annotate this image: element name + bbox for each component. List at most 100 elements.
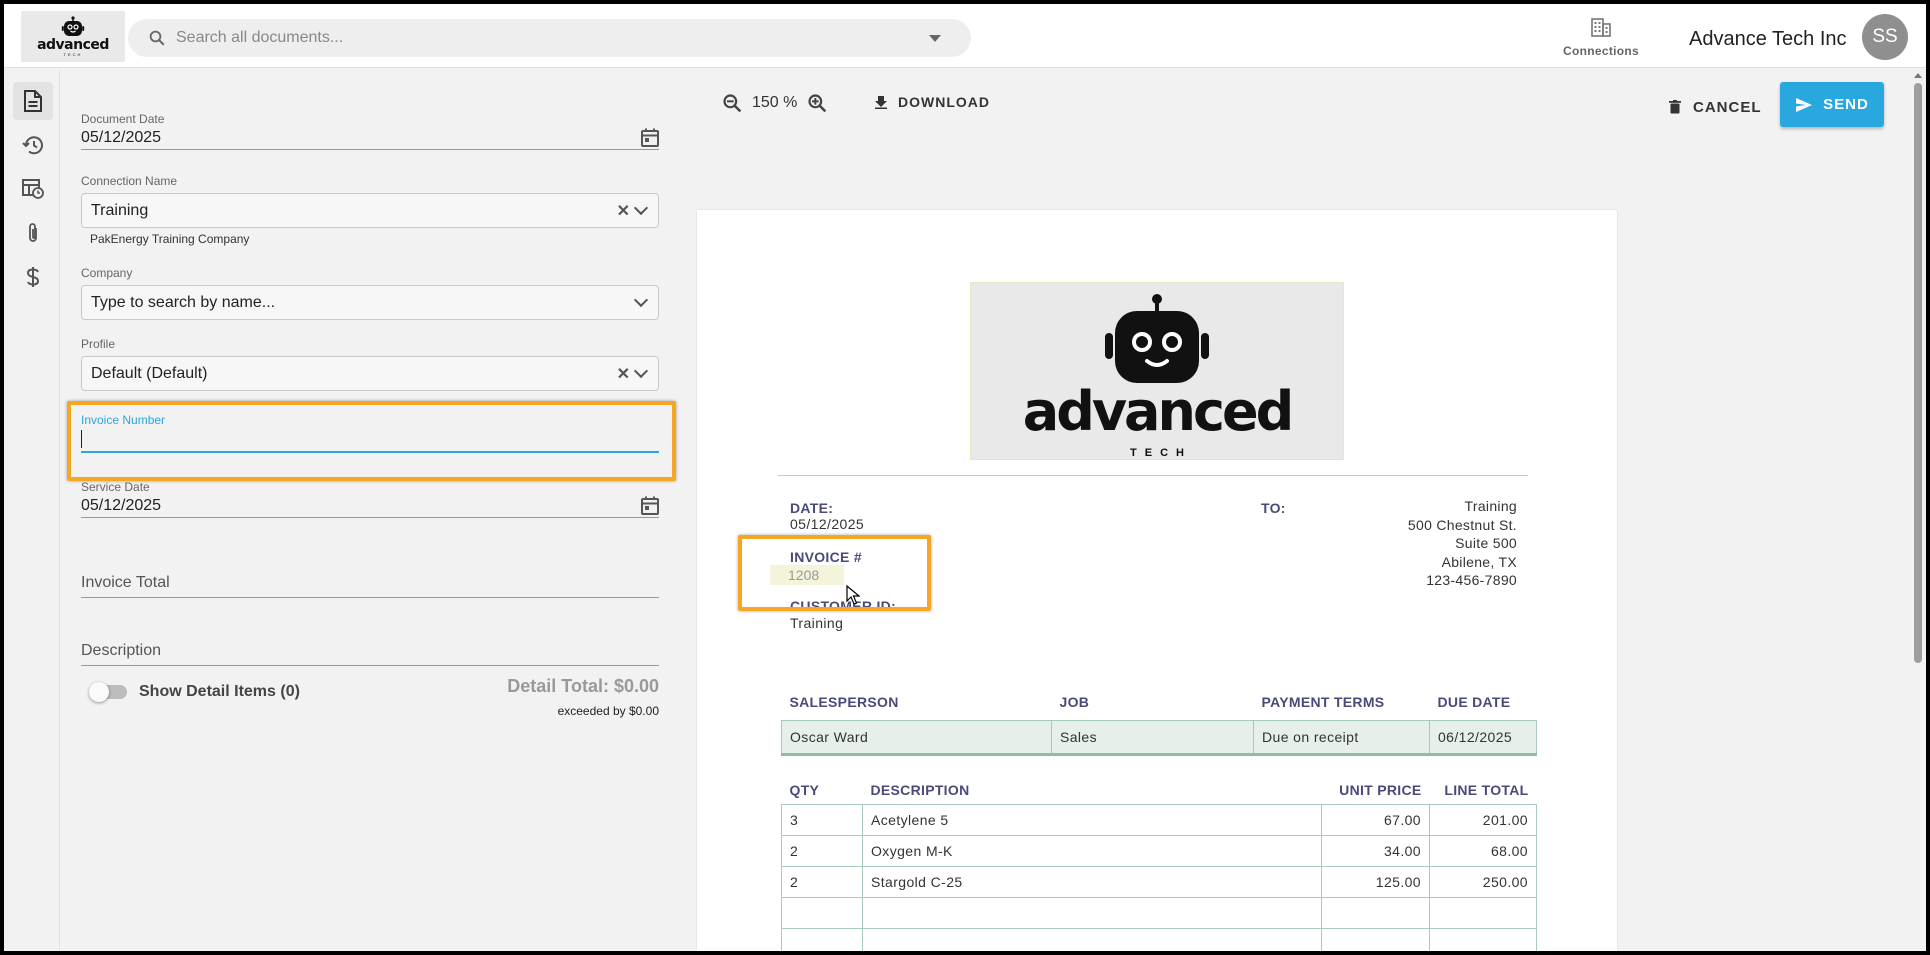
calendar-icon[interactable]	[641, 496, 659, 515]
table-cell	[1429, 897, 1537, 929]
invoice-number-doc-highlight	[738, 535, 931, 611]
company-label: Company	[81, 266, 133, 280]
clear-icon[interactable]: ✕	[617, 201, 630, 221]
app-window: advanced TECH Search all documents... Co…	[4, 4, 1926, 951]
chevron-down-icon[interactable]	[633, 292, 649, 308]
document-date-field[interactable]: Document Date 05/12/2025	[81, 112, 659, 150]
description-field[interactable]: Description	[81, 636, 659, 666]
to-label: TO:	[1261, 500, 1286, 516]
connections-label: Connections	[1563, 44, 1639, 58]
connection-name-select[interactable]: Training ✕	[81, 193, 659, 228]
download-button[interactable]: DOWNLOAD	[864, 86, 1000, 118]
table-cell	[1429, 928, 1537, 951]
table-row: 2 Oxygen M-K 34.00 68.00	[781, 835, 1537, 867]
table-cell	[1321, 928, 1430, 951]
calendar-icon[interactable]	[641, 128, 659, 147]
profile-field[interactable]: Profile Default (Default) ✕	[81, 337, 659, 391]
company-field[interactable]: Company Type to search by name...	[81, 266, 659, 320]
rail-billing-button[interactable]	[13, 258, 53, 296]
scroll-up-icon[interactable]	[1914, 73, 1922, 78]
rail-document-button[interactable]	[13, 82, 53, 120]
dollar-icon	[26, 267, 40, 287]
company-select[interactable]: Type to search by name...	[81, 285, 659, 320]
document-logo: advanced TECH	[970, 282, 1344, 460]
date-value: 05/12/2025	[790, 516, 865, 532]
to-line: 500 Chestnut St.	[1407, 516, 1517, 533]
download-label: DOWNLOAD	[898, 94, 990, 110]
table-clock-icon	[22, 179, 44, 199]
search-input[interactable]: Search all documents...	[176, 29, 929, 47]
paperclip-icon	[29, 223, 37, 242]
connection-name-field[interactable]: Connection Name Training ✕ PakEnergy Tra…	[81, 174, 659, 246]
app-logo[interactable]: advanced TECH	[21, 11, 125, 62]
customer-id-value: Training	[790, 615, 844, 631]
meta-header: SALESPERSON	[789, 694, 899, 710]
service-date-label: Service Date	[81, 480, 150, 494]
service-date-value[interactable]: 05/12/2025	[81, 497, 161, 515]
table-cell: 3	[781, 804, 863, 836]
to-line: Training	[1464, 498, 1517, 514]
table-cell	[862, 897, 1322, 929]
rail-attachments-button[interactable]	[13, 214, 53, 252]
organization-name[interactable]: Advance Tech Inc	[1689, 28, 1847, 51]
logo-word: advanced	[37, 37, 109, 53]
vertical-scrollbar[interactable]	[1910, 69, 1926, 951]
line-items-table: QTY DESCRIPTION UNIT PRICE LINE TOTAL 3 …	[781, 782, 1537, 951]
rail-schedule-button[interactable]	[13, 170, 53, 208]
scrollbar-thumb[interactable]	[1914, 83, 1922, 663]
table-row	[781, 928, 1537, 951]
document-divider	[778, 475, 1528, 476]
logo-subword: TECH	[63, 52, 83, 57]
table-cell: Oscar Ward	[781, 720, 1052, 756]
zoom-level: 150 %	[752, 94, 798, 111]
cancel-button[interactable]: CANCEL	[1659, 92, 1772, 122]
zoom-in-icon[interactable]	[807, 93, 827, 113]
invoice-number-field[interactable]: Invoice Number	[81, 413, 659, 453]
to-line: Suite 500	[1455, 535, 1517, 551]
send-icon	[1796, 97, 1813, 112]
robot-logo-icon	[61, 16, 85, 36]
profile-value: Default (Default)	[91, 364, 208, 382]
zoom-controls: 150 %	[722, 93, 827, 113]
service-date-field[interactable]: Service Date 05/12/2025	[81, 480, 659, 518]
user-avatar[interactable]: SS	[1862, 14, 1908, 60]
table-cell: 125.00	[1321, 866, 1430, 898]
chevron-down-icon[interactable]	[633, 200, 649, 216]
search-dropdown-icon[interactable]	[929, 34, 941, 42]
detail-items-label: Show Detail Items (0)	[139, 683, 300, 700]
search-icon	[149, 30, 165, 46]
table-row: 2 Stargold C-25 125.00 250.00	[781, 866, 1537, 898]
date-label: DATE:	[790, 500, 834, 516]
chevron-down-icon[interactable]	[633, 363, 649, 379]
document-date-value[interactable]: 05/12/2025	[81, 129, 161, 147]
rail-history-button[interactable]	[13, 126, 53, 164]
invoice-number-input[interactable]	[81, 430, 82, 448]
profile-select[interactable]: Default (Default) ✕	[81, 356, 659, 391]
send-label: SEND	[1823, 96, 1869, 113]
table-cell	[781, 897, 863, 929]
connection-name-label: Connection Name	[81, 174, 178, 188]
detail-total: Detail Total: $0.00	[507, 676, 659, 696]
global-search[interactable]: Search all documents...	[128, 19, 971, 57]
profile-label: Profile	[81, 337, 116, 351]
table-cell: Acetylene 5	[862, 804, 1322, 836]
table-cell	[781, 928, 863, 951]
invoice-total-field[interactable]: Invoice Total	[81, 568, 659, 598]
to-line: Abilene, TX	[1441, 553, 1517, 570]
connections-button[interactable]: Connections	[1556, 18, 1646, 58]
table-row: 3 Acetylene 5 67.00 201.00	[781, 804, 1537, 836]
company-placeholder: Type to search by name...	[91, 293, 276, 311]
clear-icon[interactable]: ✕	[617, 364, 630, 384]
document-date-label: Document Date	[81, 112, 165, 126]
to-address: Training 500 Chestnut St. Suite 500 Abil…	[1297, 497, 1517, 590]
table-cell: 201.00	[1429, 804, 1537, 836]
zoom-out-icon[interactable]	[722, 93, 742, 113]
send-button[interactable]: SEND	[1780, 82, 1884, 127]
mouse-cursor-icon	[846, 585, 860, 605]
connection-name-helper: PakEnergy Training Company	[90, 232, 250, 246]
meta-header: JOB	[1059, 694, 1090, 710]
table-cell: 250.00	[1429, 866, 1537, 898]
table-cell: Sales	[1051, 720, 1254, 756]
description-label: Description	[81, 641, 162, 659]
top-header: advanced TECH Search all documents... Co…	[4, 4, 1926, 68]
